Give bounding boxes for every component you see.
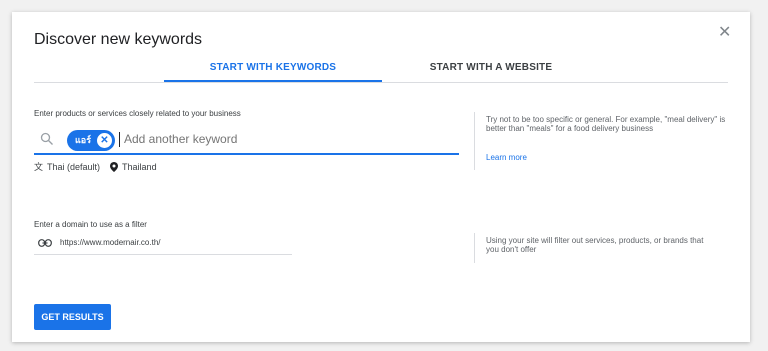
location-pin-icon bbox=[110, 161, 119, 172]
keywords-tip: Try not to be too specific or general. F… bbox=[486, 115, 726, 133]
tip-divider-2 bbox=[474, 233, 475, 263]
learn-more-link[interactable]: Learn more bbox=[486, 153, 527, 162]
domain-label: Enter a domain to use as a filter bbox=[34, 220, 147, 229]
domain-input[interactable] bbox=[60, 236, 290, 248]
active-tab-indicator bbox=[164, 80, 382, 82]
keyword-input[interactable] bbox=[119, 132, 419, 147]
tip-divider bbox=[474, 112, 475, 170]
link-icon bbox=[38, 239, 52, 247]
targeting-row: 文 Thai (default) Thailand bbox=[34, 160, 157, 173]
translate-icon: 文 bbox=[34, 162, 44, 172]
language-setting[interactable]: Thai (default) bbox=[47, 162, 100, 172]
keyword-chip: แอร์ ✕ bbox=[67, 130, 115, 151]
search-icon bbox=[40, 132, 53, 145]
domain-input-underline bbox=[34, 254, 292, 255]
tab-start-with-keywords[interactable]: START WITH KEYWORDS bbox=[164, 62, 382, 73]
keyword-chip-label: แอร์ bbox=[75, 135, 92, 145]
get-results-button[interactable]: GET RESULTS bbox=[34, 304, 111, 330]
discover-keywords-dialog: Discover new keywords ✕ START WITH KEYWO… bbox=[12, 12, 750, 342]
dialog-title: Discover new keywords bbox=[34, 31, 203, 48]
location-setting[interactable]: Thailand bbox=[122, 162, 157, 172]
keyword-input-underline bbox=[34, 153, 459, 155]
keywords-label: Enter products or services closely relat… bbox=[34, 109, 241, 118]
remove-chip-icon[interactable]: ✕ bbox=[97, 133, 112, 148]
close-icon[interactable]: ✕ bbox=[718, 25, 731, 41]
tab-start-with-website[interactable]: START WITH A WEBSITE bbox=[382, 62, 600, 73]
tabs-divider bbox=[34, 82, 728, 83]
domain-tip: Using your site will filter out services… bbox=[486, 236, 704, 254]
